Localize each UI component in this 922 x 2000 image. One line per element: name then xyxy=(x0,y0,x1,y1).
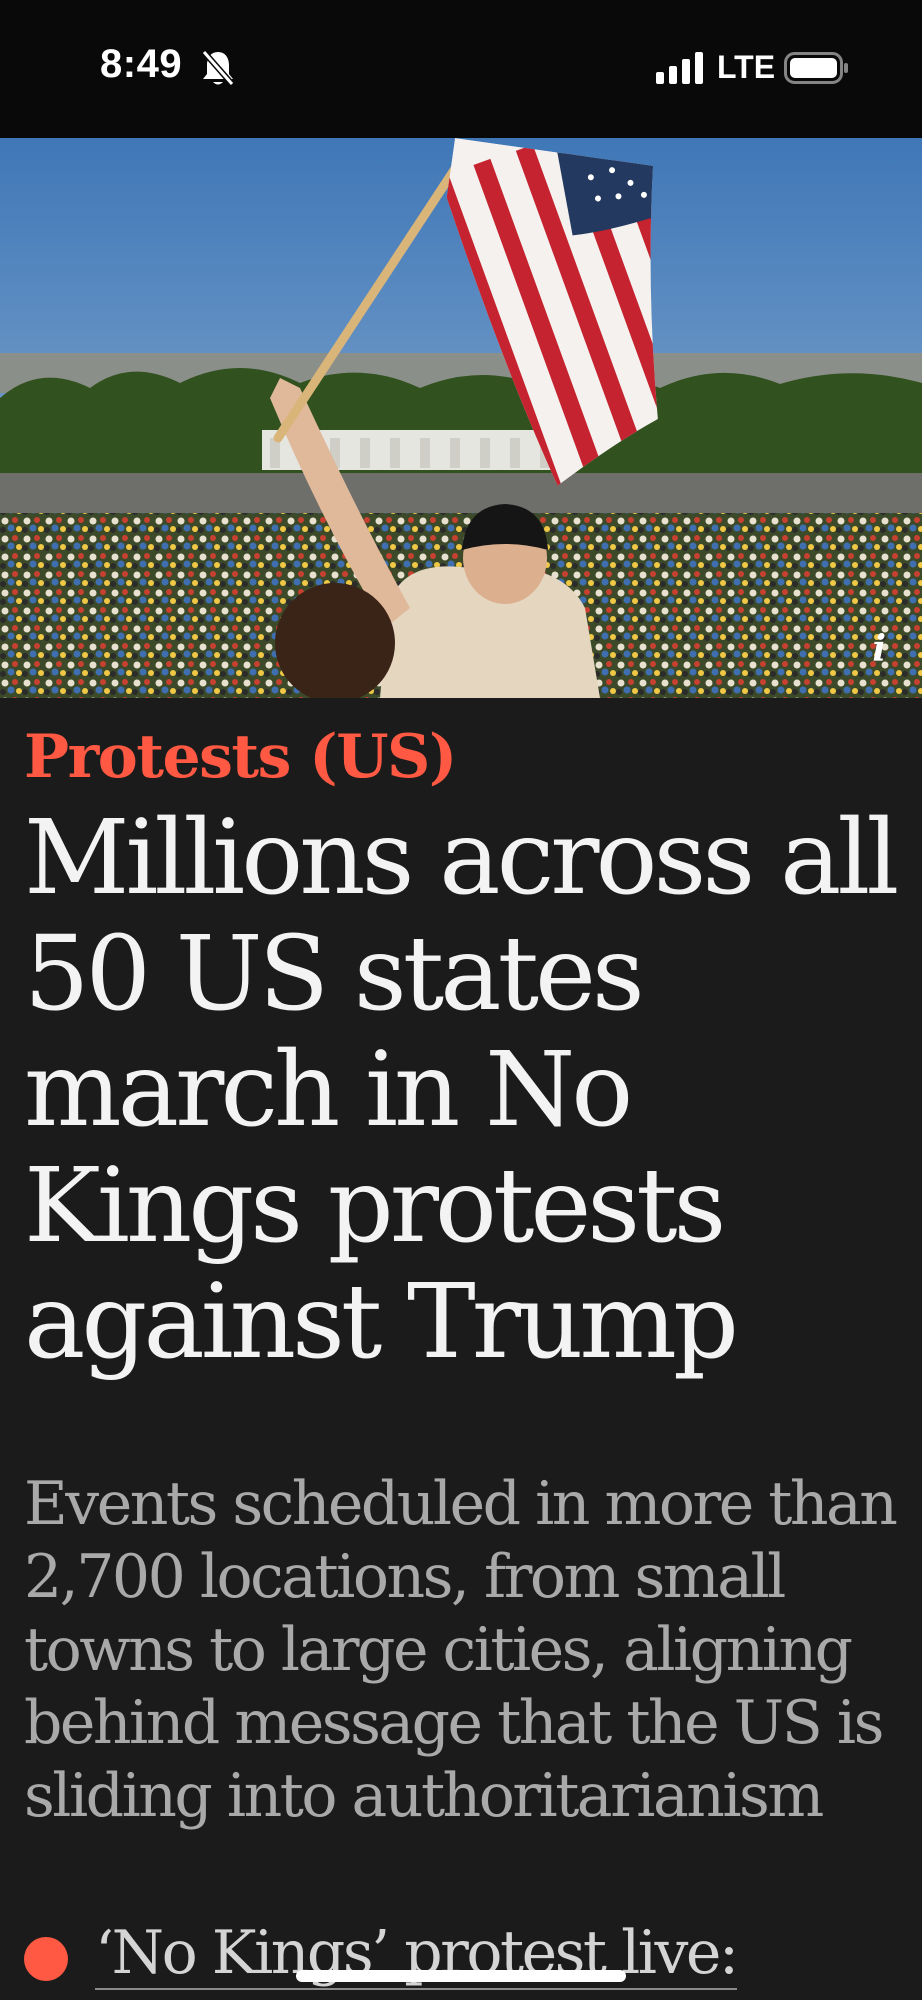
section-kicker[interactable]: Protests (US) xyxy=(24,722,457,792)
battery-icon xyxy=(784,52,850,84)
status-bar: 8:49 LTE xyxy=(0,0,922,138)
info-icon[interactable]: i xyxy=(872,628,886,670)
signal-icon xyxy=(656,52,704,84)
live-indicator-icon xyxy=(24,1937,68,1981)
article-standfirst: Events scheduled in more than 2,700 loca… xyxy=(24,1469,898,1831)
bell-slash-icon xyxy=(200,48,236,88)
network-type: LTE xyxy=(717,49,776,85)
hero-image[interactable]: i xyxy=(0,138,922,698)
article-headline: Millions across all 50 US states march i… xyxy=(24,798,899,1382)
home-indicator[interactable] xyxy=(296,1970,626,1982)
status-time: 8:49 xyxy=(100,42,183,86)
